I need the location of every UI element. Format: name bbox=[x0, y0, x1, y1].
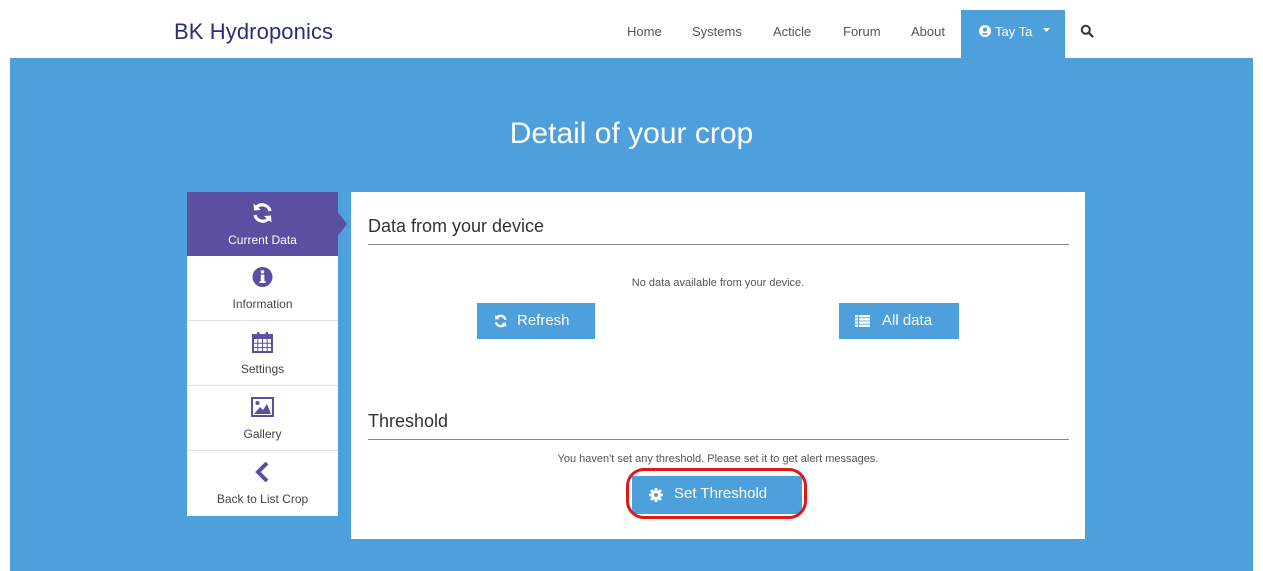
sidebar-item-label: Gallery bbox=[243, 427, 282, 441]
sidebar-item-label: Information bbox=[232, 297, 293, 311]
caret-down-icon bbox=[1043, 28, 1050, 32]
sidebar-item-current-data[interactable]: Current Data bbox=[187, 192, 338, 256]
navbar: BK Hydroponics Home Systems Acticle Foru… bbox=[0, 0, 1263, 58]
sidebar-item-label: Back to List Crop bbox=[216, 492, 309, 506]
user-name: Tay Ta bbox=[995, 24, 1033, 39]
all-data-button-label: All data bbox=[882, 312, 933, 329]
sidebar-item-label: Current Data bbox=[228, 233, 297, 247]
sidebar-item-settings[interactable]: Settings bbox=[187, 321, 338, 386]
threshold-message: You haven't set any threshold. Please se… bbox=[557, 453, 879, 465]
chevron-left-icon bbox=[255, 461, 269, 483]
image-icon bbox=[251, 397, 274, 417]
nav-home[interactable]: Home bbox=[627, 24, 662, 39]
nav-systems[interactable]: Systems bbox=[692, 24, 742, 39]
calendar-icon bbox=[252, 332, 273, 353]
nav-about[interactable]: About bbox=[911, 24, 945, 39]
sidebar-item-label: Settings bbox=[240, 362, 285, 376]
set-threshold-button-label: Set Threshold bbox=[674, 485, 768, 502]
sidebar-item-back-to-list-crop[interactable]: Back to List Crop bbox=[187, 451, 338, 516]
page-title: Detail of your crop bbox=[509, 117, 754, 150]
sidebar-item-information[interactable]: Information bbox=[187, 256, 338, 321]
nav-article[interactable]: Acticle bbox=[773, 24, 811, 39]
list-icon bbox=[855, 315, 870, 327]
brand-logo[interactable]: BK Hydroponics bbox=[174, 19, 333, 45]
device-section-divider bbox=[368, 244, 1069, 245]
search-icon[interactable] bbox=[1080, 24, 1094, 38]
refresh-button[interactable]: Refresh bbox=[477, 303, 595, 339]
user-circle-icon bbox=[979, 25, 991, 37]
info-icon bbox=[252, 267, 273, 287]
all-data-button[interactable]: All data bbox=[839, 303, 959, 339]
device-section-title: Data from your device bbox=[368, 216, 545, 236]
refresh-icon bbox=[494, 314, 507, 328]
user-menu-dropdown[interactable]: Tay Ta bbox=[961, 10, 1065, 58]
nav-forum[interactable]: Forum bbox=[843, 24, 881, 39]
refresh-icon bbox=[253, 203, 272, 223]
threshold-section-divider bbox=[368, 439, 1069, 440]
sidebar-item-gallery[interactable]: Gallery bbox=[187, 386, 338, 451]
content-panel: Data from your device No data available … bbox=[351, 192, 1085, 539]
threshold-section-title: Threshold bbox=[368, 411, 449, 431]
active-item-pointer bbox=[338, 212, 347, 236]
crop-sidebar: Current Data Information Settings Galler… bbox=[187, 192, 338, 516]
no-data-message: No data available from your device. bbox=[631, 277, 805, 289]
gear-icon bbox=[649, 488, 663, 502]
set-threshold-button[interactable]: Set Threshold bbox=[632, 476, 802, 514]
refresh-button-label: Refresh bbox=[517, 312, 570, 329]
